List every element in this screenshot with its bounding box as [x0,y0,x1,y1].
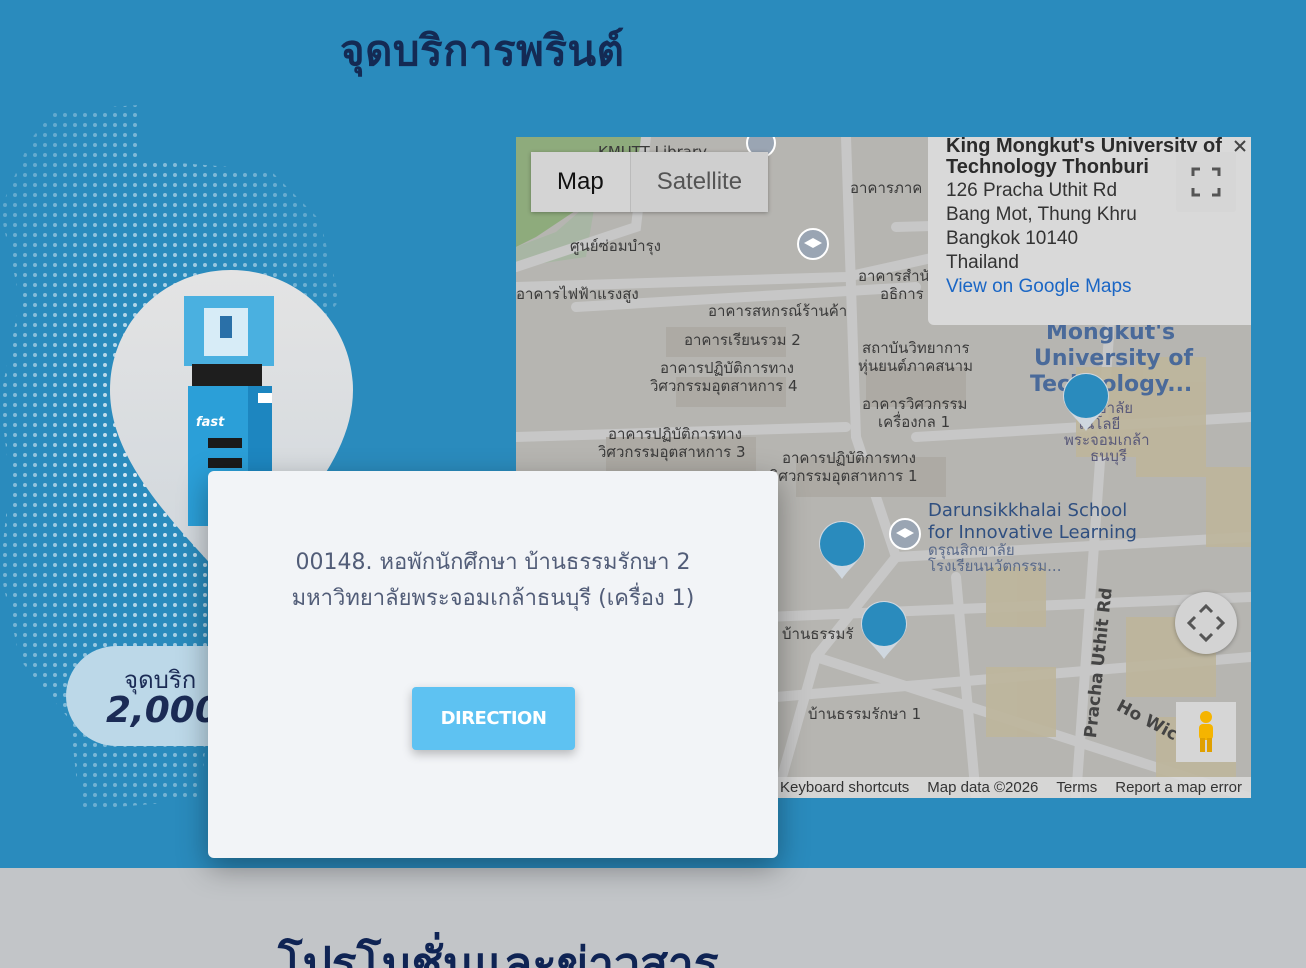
map-label: อาคารปฏิบัติการทาง [782,449,916,467]
map-label: Darunsikkhalai School [928,500,1128,521]
map-label: วิศวกรรมอุตสาหการ 4 [650,377,798,395]
pan-arrows-icon [1186,603,1226,643]
map-label: อาคารภาค [850,179,923,197]
school-poi-icon[interactable] [796,227,830,267]
map-label: วิศวกรรมอุตสาหการ 3 [598,443,746,461]
location-name-line1: 00148. หอพักนักศึกษา บ้านธรรมรักษา 2 [295,550,691,575]
map-location-marker[interactable] [858,599,910,661]
map-data-text: Map data ©2026 [927,779,1039,796]
keyboard-shortcuts-link[interactable]: Keyboard shortcuts [771,777,918,798]
map-label: อาคารปฏิบัติการทาง [608,425,742,443]
svg-text:fast: fast [196,415,225,430]
fullscreen-icon [1191,167,1221,197]
map-type-control: Map Satellite [531,152,769,212]
promo-title: โปรโมชั่นและข่าวสาร [278,937,719,968]
location-modal: 00148. หอพักนักศึกษา บ้านธรรมรักษา 2 มหา… [208,471,778,858]
map-label: อาคารปฏิบัติการทาง [660,359,794,377]
school-poi-icon[interactable] [888,517,922,557]
map-label: for Innovative Learning [928,522,1137,543]
map-type-satellite-button[interactable]: Satellite [629,152,769,212]
view-on-google-maps-link[interactable]: View on Google Maps [946,275,1233,299]
map-label: วิศวกรรมอุตสาหการ 1 [770,467,918,485]
map-label: อาคารไฟฟ้าแรงสูง [516,285,639,303]
map-label: อาคารเรียนรวม 2 [684,331,801,349]
map-type-map-button[interactable]: Map [531,152,630,212]
map-label: หุ่นยนต์ภาคสนาม [858,357,973,375]
location-description: 00148. หอพักนักศึกษา บ้านธรรมรักษา 2 มหา… [208,545,778,617]
report-map-error-link[interactable]: Report a map error [1106,777,1251,798]
page-title: จุดบริการพรินต์ [340,26,625,75]
place-address-line4: Thailand [946,252,1019,273]
terms-link[interactable]: Terms [1047,777,1106,798]
map-attribution-bar: Keyboard shortcuts Map data ©2026 Terms … [771,777,1251,798]
map-label: อธิการ [880,285,924,303]
place-address-line3: Bangkok 10140 [946,228,1079,249]
location-name-line2: มหาวิทยาลัยพระจอมเกล้าธนบุรี (เครื่อง 1) [291,586,695,611]
map-label: ธนบุรี [1090,447,1127,465]
map-label: บ้านธรรมรั [782,625,854,643]
map-label: บ้านธรรมรักษา 1 [808,705,922,723]
pegman-icon [1199,711,1213,752]
map-label: สถาบันวิทยาการ [862,339,970,357]
map-label: โรงเรียนนวัตกรรม... [928,557,1062,575]
map-label: อาคารสำนั [858,267,930,285]
fullscreen-button[interactable] [1176,152,1236,212]
camera-pan-control[interactable] [1175,592,1237,654]
map-label: อาคารวิศวกรรม [862,395,968,413]
map-label: ศูนย์ซ่อมบำรุง [570,237,661,255]
direction-button[interactable]: DIRECTION [412,687,575,750]
street-view-pegman-button[interactable] [1176,702,1236,762]
counter-value: 2,000 [106,690,220,731]
map-location-marker[interactable] [816,519,868,581]
map-location-marker[interactable] [1060,371,1112,433]
map-label: อาคารสหกรณ์ร้านค้า [708,302,848,320]
map-label: เครื่องกล 1 [878,413,951,431]
map-label: University of [1034,346,1194,371]
